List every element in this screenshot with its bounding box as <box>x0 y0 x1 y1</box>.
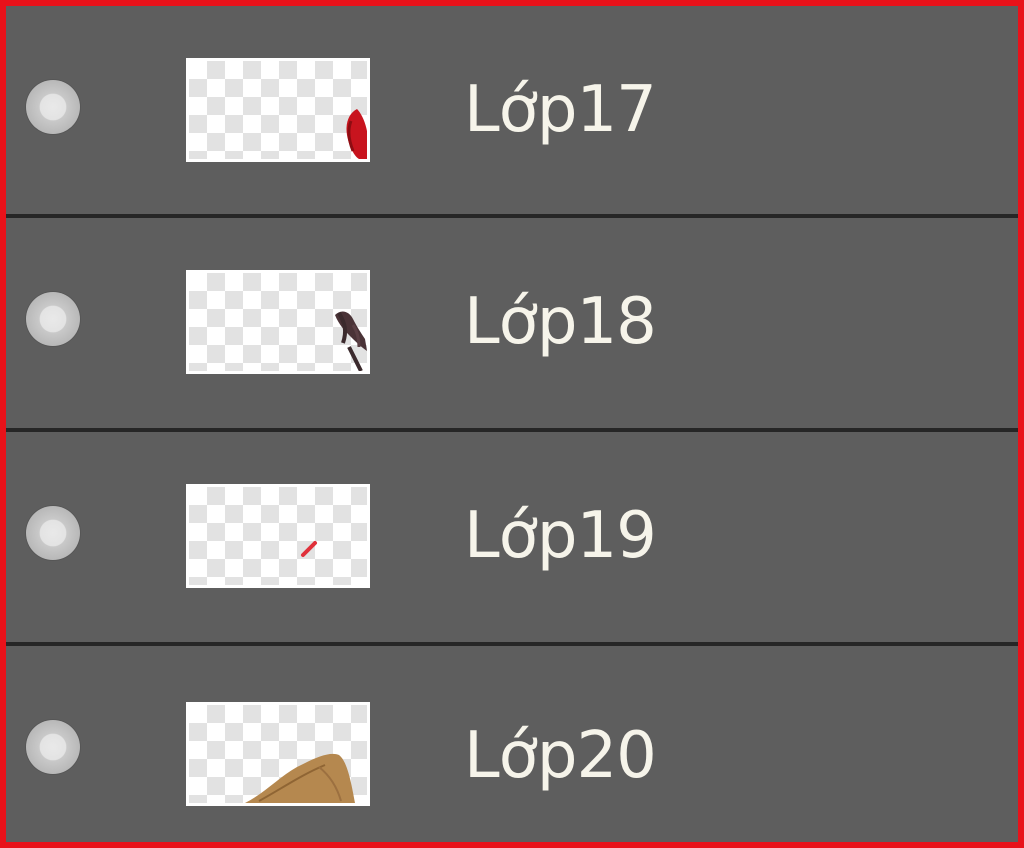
visibility-toggle-icon[interactable] <box>26 506 80 560</box>
layer-thumbnail[interactable] <box>186 484 370 588</box>
layers-panel: Lớp17 Lớp18 Lớp19 Lớp20 <box>0 0 1024 848</box>
red-drop-thumbnail-icon <box>346 109 367 159</box>
layer-name: Lớp20 <box>464 719 657 793</box>
layer-row-20[interactable]: Lớp20 <box>6 646 1018 842</box>
layer-thumbnail[interactable] <box>186 270 370 374</box>
visibility-toggle-icon[interactable] <box>26 80 80 134</box>
small-red-stroke-thumbnail-icon <box>301 541 317 557</box>
layer-thumbnail[interactable] <box>186 702 370 806</box>
layer-row-18[interactable]: Lớp18 <box>6 218 1018 426</box>
layer-name: Lớp18 <box>464 285 657 359</box>
layer-row-19[interactable]: Lớp19 <box>6 432 1018 640</box>
brown-shape-thumbnail-icon <box>245 753 355 803</box>
layer-thumbnail[interactable] <box>186 58 370 162</box>
visibility-toggle-icon[interactable] <box>26 292 80 346</box>
visibility-toggle-icon[interactable] <box>26 720 80 774</box>
layer-row-17[interactable]: Lớp17 <box>6 6 1018 214</box>
dark-hair-strands-thumbnail-icon <box>335 311 367 371</box>
layer-name: Lớp19 <box>464 499 657 573</box>
layer-name: Lớp17 <box>464 73 657 147</box>
